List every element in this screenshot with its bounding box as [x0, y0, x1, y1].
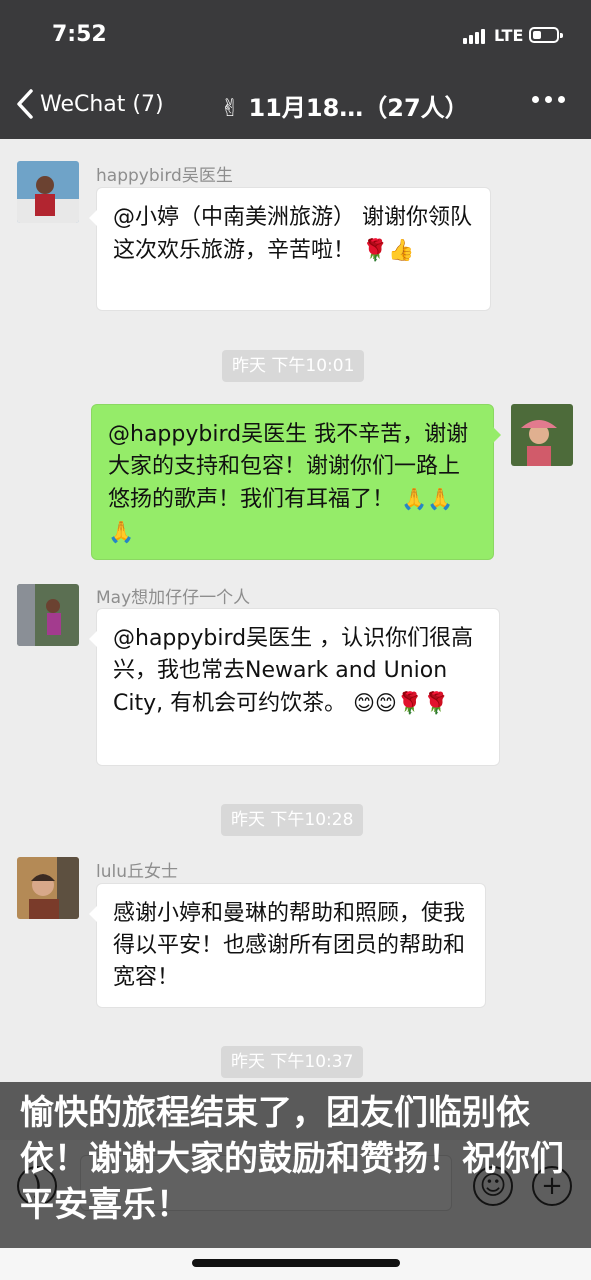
home-indicator[interactable] [192, 1259, 400, 1267]
avatar[interactable] [17, 584, 79, 646]
avatar-photo [17, 857, 79, 919]
avatar[interactable] [17, 857, 79, 919]
back-button[interactable]: WeChat (7) [14, 88, 164, 120]
timestamp: 昨天 下午10:28 [221, 804, 364, 836]
chat-title: ✌ 11月18…（27人） [220, 88, 469, 123]
message-bubble[interactable]: 感谢小婷和曼琳的帮助和照顾，使我得以平安！也感谢所有团员的帮助和宽容！ [89, 883, 486, 1008]
message-bubble[interactable]: @小婷（中南美洲旅游） 谢谢你领队这次欢乐旅游，辛苦啦！ 🌹👍 [89, 187, 491, 311]
signal-icon [463, 29, 485, 44]
timestamp: 昨天 下午10:01 [222, 350, 365, 382]
sender-name: May想加仔仔一个人 [96, 588, 251, 608]
chat-header: WeChat (7) ✌ 11月18…（27人） [0, 70, 591, 139]
more-options-button[interactable] [532, 96, 565, 103]
chevron-left-icon [17, 89, 33, 119]
avatar-self[interactable] [511, 404, 573, 466]
avatar[interactable] [17, 161, 79, 223]
sender-name: lulu丘女士 [96, 862, 178, 882]
caption-text: 愉快的旅程结束了，团友们临别依依！谢谢大家的鼓励和赞扬！祝你们平安喜乐！ [20, 1093, 564, 1225]
message-bubble-self[interactable]: @happybird吴医生 我不辛苦，谢谢大家的支持和包容！谢谢你们一路上悠扬的… [91, 404, 501, 560]
message-text: @小婷（中南美洲旅游） 谢谢你领队这次欢乐旅游，辛苦啦！ [113, 205, 472, 263]
avatar-photo [17, 161, 79, 223]
back-label: WeChat (7) [40, 91, 164, 117]
status-time: 7:52 [52, 22, 107, 47]
sender-name: happybird吴医生 [96, 166, 233, 186]
message-text: 感谢小婷和曼琳的帮助和照顾，使我得以平安！也感谢所有团员的帮助和宽容！ [113, 901, 466, 990]
avatar-photo [17, 584, 79, 646]
battery-icon [529, 27, 563, 43]
status-bar: 7:52 LTE [0, 0, 591, 70]
message-emoji: 😊😊🌹🌹 [353, 691, 450, 715]
victory-hand-icon: ✌ [220, 94, 241, 122]
timestamp: 昨天 下午10:37 [221, 1046, 364, 1078]
chat-title-text: 11月18…（27人） [248, 94, 469, 122]
message-emoji: 🌹👍 [362, 238, 415, 262]
avatar-photo [511, 404, 573, 466]
message-bubble[interactable]: @happybird吴医生 ，认识你们很高兴，我也常去Newark and Un… [89, 608, 500, 766]
network-label: LTE [494, 26, 524, 45]
